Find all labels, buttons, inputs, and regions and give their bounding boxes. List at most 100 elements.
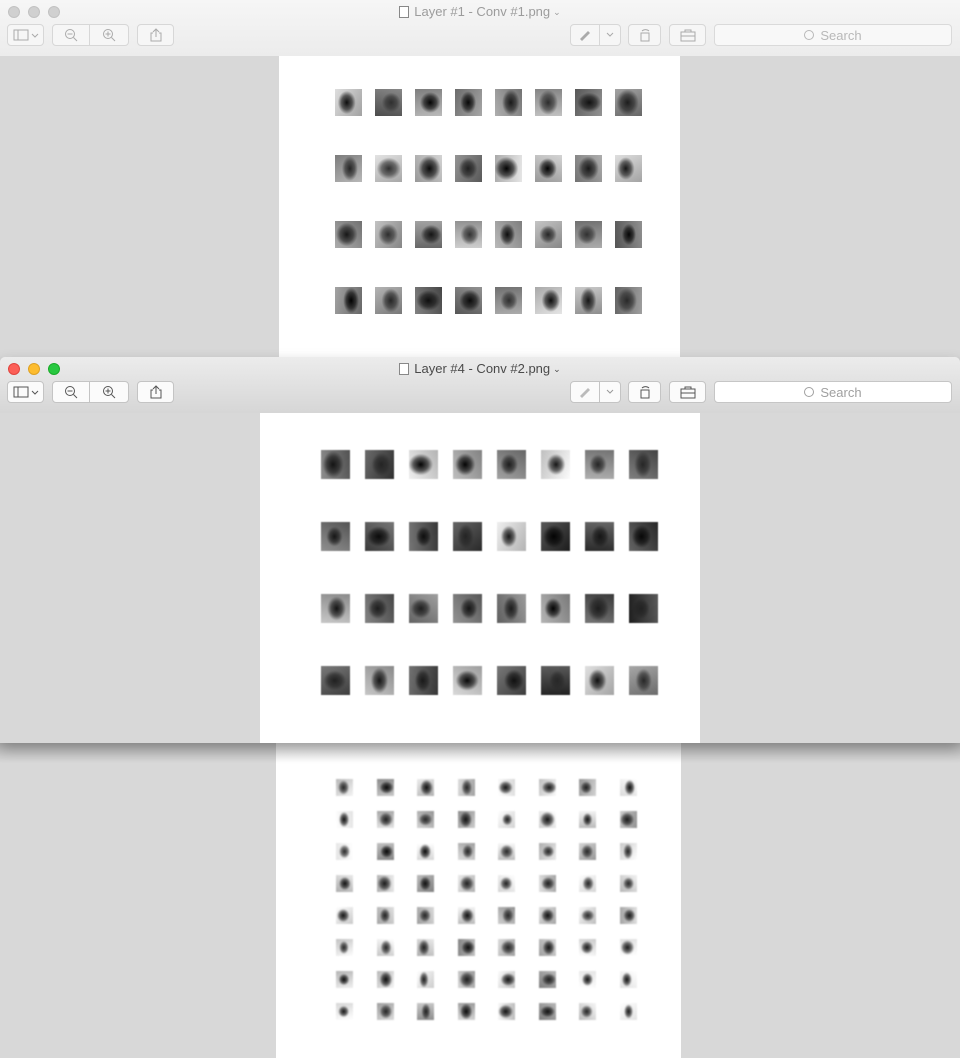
window-title-text: Layer #1 - Conv #1.png: [414, 4, 551, 19]
feature-map-thumbnail: [376, 939, 394, 956]
feature-map-thumbnail: [579, 939, 596, 956]
feature-map-thumbnail: [457, 907, 475, 924]
feature-map-thumbnail: [579, 907, 596, 924]
feature-map-thumbnail: [495, 89, 522, 116]
preview-window-lower: [0, 735, 960, 1058]
search-icon: [804, 30, 815, 40]
markup-pen-icon: [580, 31, 590, 41]
feature-map-thumbnail: [619, 843, 637, 860]
document-area[interactable]: [0, 56, 960, 357]
share-button[interactable]: [137, 24, 174, 46]
feature-map-thumbnail: [495, 287, 522, 314]
feature-map-thumbnail: [335, 89, 362, 116]
zoom-in-button[interactable]: [89, 24, 129, 46]
markup-pen-icon: [580, 388, 590, 398]
rotate-button[interactable]: [628, 381, 661, 403]
zoom-out-button[interactable]: [52, 24, 90, 46]
share-button[interactable]: [137, 381, 174, 403]
feature-map-thumbnail: [541, 522, 570, 551]
feature-map-thumbnail: [541, 594, 570, 623]
feature-map-thumbnail: [417, 875, 434, 892]
feature-map-thumbnail: [619, 1003, 637, 1020]
search-icon: [804, 387, 815, 397]
feature-map-thumbnail: [615, 89, 642, 116]
markup-menu-button[interactable]: [599, 24, 621, 46]
title-bar: Layer #4 - Conv #2.png ⌄ Search: [0, 357, 960, 414]
feature-map-thumbnail: [629, 450, 658, 479]
feature-map-thumbnail: [498, 843, 515, 860]
zoom-out-button[interactable]: [52, 381, 90, 403]
feature-map-thumbnail: [375, 89, 402, 116]
feature-map-thumbnail: [457, 939, 475, 956]
feature-map-thumbnail: [365, 594, 394, 623]
feature-map-thumbnail: [538, 907, 556, 924]
feature-map-thumbnail: [629, 666, 658, 695]
feature-map-thumbnail: [455, 89, 482, 116]
feature-map-thumbnail: [457, 971, 475, 988]
feature-map-thumbnail: [538, 875, 556, 892]
document-area[interactable]: [0, 735, 960, 1058]
feature-map-thumbnail: [498, 907, 515, 924]
zoom-out-icon: [65, 29, 78, 42]
feature-map-thumbnail: [538, 779, 556, 796]
window-title[interactable]: Layer #4 - Conv #2.png ⌄: [0, 361, 960, 377]
toolbox-button[interactable]: [669, 24, 706, 46]
feature-map-thumbnail: [415, 155, 442, 182]
feature-map-thumbnail: [498, 811, 515, 828]
feature-map-thumbnail: [376, 971, 394, 988]
feature-map-thumbnail: [409, 594, 438, 623]
feature-map-thumbnail: [498, 779, 515, 796]
chevron-down-icon: [606, 32, 614, 37]
feature-map-thumbnail: [321, 450, 350, 479]
feature-map-thumbnail: [376, 779, 394, 796]
sidebar-icon: [13, 386, 38, 398]
markup-button[interactable]: [570, 381, 600, 403]
rotate-icon: [640, 29, 649, 42]
preview-window-conv2: Layer #4 - Conv #2.png ⌄ Search: [0, 357, 960, 743]
document-icon: [399, 6, 410, 18]
sidebar-button[interactable]: [7, 24, 44, 46]
feature-map-thumbnail: [415, 89, 442, 116]
feature-map-thumbnail: [495, 221, 522, 248]
feature-map-thumbnail: [321, 666, 350, 695]
feature-map-thumbnail: [457, 1003, 475, 1020]
image-page: [279, 56, 680, 357]
toolbox-icon: [680, 386, 695, 398]
feature-map-thumbnail: [579, 875, 596, 892]
feature-map-thumbnail: [457, 875, 475, 892]
feature-map-thumbnail: [498, 939, 515, 956]
feature-map-thumbnail: [497, 666, 526, 695]
feature-map-thumbnail: [455, 221, 482, 248]
feature-map-thumbnail: [409, 522, 438, 551]
feature-map-thumbnail: [538, 843, 556, 860]
feature-map-thumbnail: [417, 1003, 434, 1020]
feature-map-thumbnail: [497, 594, 526, 623]
zoom-in-icon: [103, 29, 116, 42]
feature-map-thumbnail: [376, 811, 394, 828]
feature-map-thumbnail: [365, 450, 394, 479]
document-area[interactable]: [0, 413, 960, 743]
feature-map-thumbnail: [453, 450, 482, 479]
feature-map-thumbnail: [538, 811, 556, 828]
feature-map-thumbnail: [585, 594, 614, 623]
feature-map-thumbnail: [336, 971, 353, 988]
feature-map-thumbnail: [376, 875, 394, 892]
rotate-button[interactable]: [628, 24, 661, 46]
search-field[interactable]: Search: [714, 381, 952, 403]
toolbox-button[interactable]: [669, 381, 706, 403]
feature-map-thumbnail: [498, 1003, 515, 1020]
search-field[interactable]: Search: [714, 24, 952, 46]
feature-map-thumbnail: [453, 666, 482, 695]
markup-menu-button[interactable]: [599, 381, 621, 403]
feature-map-thumbnail: [376, 907, 394, 924]
feature-map-thumbnail: [535, 221, 562, 248]
markup-button[interactable]: [570, 24, 600, 46]
zoom-in-button[interactable]: [89, 381, 129, 403]
feature-map-thumbnail: [455, 155, 482, 182]
feature-map-thumbnail: [575, 155, 602, 182]
feature-map-thumbnail: [375, 155, 402, 182]
chevron-down-icon: [606, 389, 614, 394]
window-title[interactable]: Layer #1 - Conv #1.png ⌄: [0, 4, 960, 20]
sidebar-button[interactable]: [7, 381, 44, 403]
feature-map-thumbnail: [457, 843, 475, 860]
